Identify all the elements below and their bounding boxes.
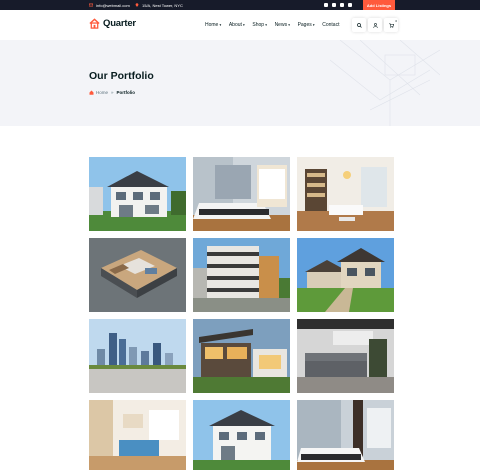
chevron-down-icon: ▼ bbox=[287, 23, 291, 27]
home-icon bbox=[89, 90, 94, 95]
logo-text: Quarter bbox=[103, 18, 136, 29]
blueprint-decoration bbox=[330, 40, 440, 126]
nav-label: Contact bbox=[322, 22, 340, 28]
topbar-email[interactable]: info@webmail.com bbox=[89, 0, 130, 10]
nav-item-contact[interactable]: Contact bbox=[322, 22, 339, 28]
portfolio-item-grey-sofa[interactable] bbox=[297, 319, 394, 393]
cart-button[interactable]: 0 bbox=[384, 18, 398, 32]
search-button[interactable] bbox=[352, 18, 366, 32]
nav-label: News bbox=[274, 22, 288, 28]
portfolio-item-white-house[interactable] bbox=[193, 400, 290, 470]
nav-label: About bbox=[228, 22, 242, 28]
search-icon bbox=[356, 22, 362, 28]
add-listing-button[interactable]: Add Listings bbox=[363, 0, 395, 10]
portfolio-item-living-room[interactable] bbox=[297, 157, 394, 231]
topbar-email-text: info@webmail.com bbox=[96, 2, 130, 8]
header-actions: 0 bbox=[352, 18, 398, 32]
suburban-house-image bbox=[297, 238, 394, 312]
chevron-down-icon: ▼ bbox=[264, 23, 268, 27]
portfolio-item-suburban-house[interactable] bbox=[297, 238, 394, 312]
portfolio-item-city-skyline[interactable] bbox=[89, 319, 186, 393]
social-links bbox=[324, 0, 352, 10]
bedroom-image bbox=[193, 157, 290, 231]
white-house-image bbox=[193, 400, 290, 470]
breadcrumb-current: Portfolio bbox=[116, 90, 136, 95]
chevron-down-icon: ▼ bbox=[242, 23, 246, 27]
facebook-icon[interactable] bbox=[324, 3, 328, 7]
bedroom-panel-image bbox=[297, 400, 394, 470]
portfolio-item-house[interactable] bbox=[89, 157, 186, 231]
grey-sofa-image bbox=[297, 319, 394, 393]
page-title: Our Portfolio bbox=[89, 70, 154, 82]
portfolio-item-modern-villa[interactable] bbox=[193, 319, 290, 393]
topbar-address: 15/A, Nest Tower, NYC bbox=[135, 0, 183, 10]
account-button[interactable] bbox=[368, 18, 382, 32]
chevron-down-icon: ▼ bbox=[218, 23, 222, 27]
mail-icon bbox=[89, 3, 93, 7]
topbar-address-text: 15/A, Nest Tower, NYC bbox=[142, 2, 183, 8]
nav-label: Shop bbox=[252, 22, 265, 28]
nav-item-shop[interactable]: Shop ▼ bbox=[252, 22, 267, 28]
bright-living-room-image bbox=[89, 400, 186, 470]
portfolio-item-bedroom[interactable] bbox=[193, 157, 290, 231]
nav-item-news[interactable]: News ▼ bbox=[275, 22, 291, 28]
breadcrumb-separator: » bbox=[111, 90, 114, 95]
nav-item-pages[interactable]: Pages ▼ bbox=[298, 22, 316, 28]
top-bar: info@webmail.com 15/A, Nest Tower, NYC A… bbox=[0, 0, 480, 10]
portfolio-item-bright-living-room[interactable] bbox=[89, 400, 186, 470]
cart-icon bbox=[388, 22, 394, 28]
map-pin-icon bbox=[135, 3, 139, 7]
logo[interactable]: Quarter bbox=[89, 18, 136, 29]
twitter-icon[interactable] bbox=[332, 3, 336, 7]
main-header: Quarter Home ▼ About ▼ Shop ▼ News ▼ Pages ▼ … bbox=[0, 10, 480, 40]
nav-item-about[interactable]: About ▼ bbox=[229, 22, 246, 28]
city-skyline-image bbox=[89, 319, 186, 393]
user-icon bbox=[372, 22, 378, 28]
cart-count: 0 bbox=[395, 19, 397, 23]
house-logo-icon bbox=[89, 18, 100, 29]
house-image bbox=[89, 157, 186, 231]
modern-villa-image bbox=[193, 319, 290, 393]
floor-plan-image bbox=[89, 238, 186, 312]
portfolio-item-floor-plan[interactable] bbox=[89, 238, 186, 312]
apartment-building-image bbox=[193, 238, 290, 312]
nav-label: Pages bbox=[297, 22, 312, 28]
main-nav: Home ▼ About ▼ Shop ▼ News ▼ Pages ▼ Contact bbox=[205, 10, 339, 40]
breadcrumb-home[interactable]: Home bbox=[89, 90, 108, 95]
breadcrumb-home-label: Home bbox=[96, 90, 109, 95]
portfolio-item-bedroom-panel[interactable] bbox=[297, 400, 394, 470]
living-room-image bbox=[297, 157, 394, 231]
nav-item-home[interactable]: Home ▼ bbox=[205, 22, 222, 28]
nav-label: Home bbox=[205, 22, 219, 28]
portfolio-item-apartments[interactable] bbox=[193, 238, 290, 312]
dribbble-icon[interactable] bbox=[348, 3, 352, 7]
page-banner bbox=[0, 40, 480, 126]
chevron-down-icon: ▼ bbox=[312, 23, 316, 27]
breadcrumb: Home » Portfolio bbox=[89, 90, 135, 95]
linkedin-icon[interactable] bbox=[340, 3, 344, 7]
